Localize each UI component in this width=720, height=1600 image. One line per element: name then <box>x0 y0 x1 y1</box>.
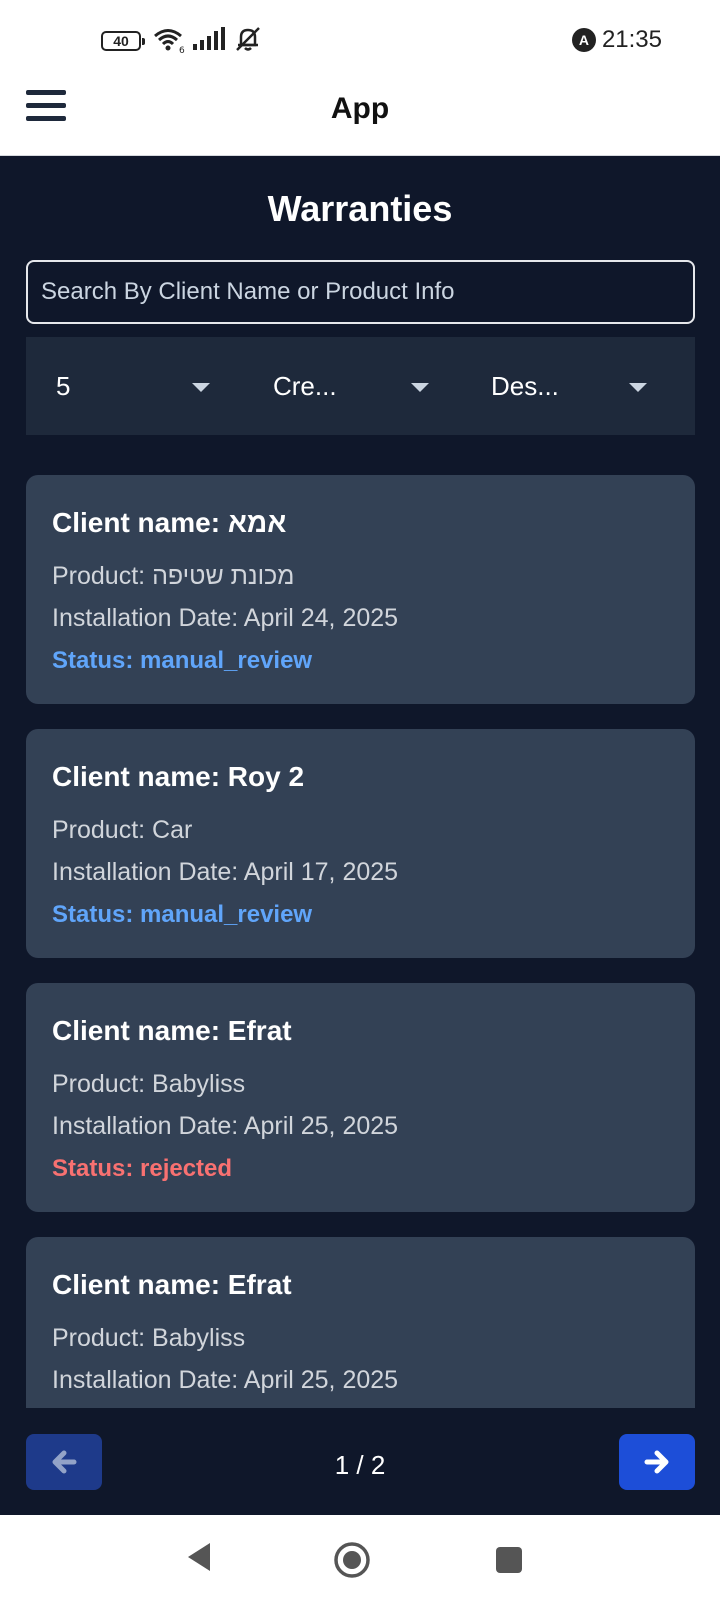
bell-off-icon <box>236 27 260 51</box>
sort-by-select[interactable]: Cre... <box>244 337 462 435</box>
warranty-card[interactable]: Client name: אמא Product: מכונת שטיפה In… <box>26 475 695 704</box>
battery-icon: 40 <box>101 31 145 51</box>
status-label: Status: rejected <box>52 1155 233 1182</box>
page-size-value: 5 <box>56 371 71 401</box>
system-nav-bar <box>0 1515 720 1600</box>
battery-level: 40 <box>113 33 129 49</box>
sort-by-value: Cre... <box>273 371 337 401</box>
installation-date: Installation Date: April 25, 2025 <box>52 1366 399 1394</box>
svg-text:6: 6 <box>179 46 185 54</box>
signal-icon <box>193 27 225 50</box>
installation-date: Installation Date: April 25, 2025 <box>52 1112 399 1140</box>
client-name: Client name: Efrat <box>52 1015 292 1046</box>
chevron-down-icon <box>192 383 210 392</box>
next-page-button[interactable] <box>619 1434 695 1490</box>
back-icon[interactable] <box>184 1541 214 1573</box>
pagination: 1 / 2 <box>0 1408 720 1515</box>
page-size-select[interactable]: 5 <box>26 337 244 435</box>
recents-icon[interactable] <box>494 1545 524 1575</box>
product-info: Product: Car <box>52 816 193 844</box>
client-name: Client name: Roy 2 <box>52 761 305 792</box>
warranty-card[interactable]: Client name: Roy 2 Product: Car Installa… <box>26 729 695 958</box>
arrow-right-icon <box>644 1450 669 1474</box>
notification-badge-icon: A <box>571 28 596 52</box>
chevron-down-icon <box>629 383 647 392</box>
status-bar: 40 6 A 21:35 <box>0 0 720 82</box>
client-name: Client name: Efrat <box>52 1269 292 1300</box>
page-title: Warranties <box>267 188 453 229</box>
status-label: Status: manual_review <box>52 901 313 928</box>
client-name: Client name: אמא <box>52 507 287 538</box>
warranty-card[interactable]: Client name: Efrat Product: Babyliss Ins… <box>26 1237 695 1408</box>
warranty-list: Client name: אמא Product: מכונת שטיפה In… <box>26 475 695 1408</box>
status-label: Status: manual_review <box>52 647 313 674</box>
chevron-down-icon <box>411 383 429 392</box>
home-icon[interactable] <box>333 1541 371 1579</box>
order-value: Des... <box>491 371 559 401</box>
search-input[interactable] <box>26 260 695 324</box>
warranty-card[interactable]: Client name: Efrat Product: Babyliss Ins… <box>26 983 695 1212</box>
installation-date: Installation Date: April 17, 2025 <box>52 858 399 886</box>
filter-bar: 5 Cre... Des... <box>26 337 695 435</box>
installation-date: Installation Date: April 24, 2025 <box>52 604 399 632</box>
app-title: App <box>330 92 390 125</box>
product-info: Product: Babyliss <box>52 1324 246 1352</box>
product-info: Product: מכונת שטיפה <box>52 562 295 590</box>
wifi-icon: 6 <box>154 29 185 54</box>
clock: 21:35 <box>601 26 662 53</box>
app-bar: App <box>0 82 720 156</box>
order-select[interactable]: Des... <box>462 337 695 435</box>
product-info: Product: Babyliss <box>52 1070 246 1098</box>
page-indicator: 1 / 2 <box>334 1450 386 1480</box>
